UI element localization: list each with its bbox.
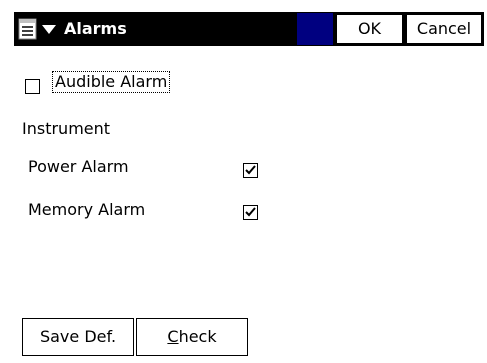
check-button-mnemonic: C bbox=[167, 327, 179, 346]
checkmark-icon bbox=[245, 207, 256, 217]
chevron-down-icon bbox=[42, 25, 56, 34]
check-button-label: heck bbox=[178, 327, 217, 346]
audible-alarm-label[interactable]: Audible Alarm bbox=[51, 71, 171, 93]
memory-alarm-checkbox[interactable] bbox=[243, 205, 258, 220]
cancel-button[interactable]: Cancel bbox=[406, 14, 482, 44]
save-default-button[interactable]: Save Def. bbox=[22, 318, 134, 356]
check-button[interactable]: Check bbox=[136, 318, 248, 356]
memory-alarm-label: Memory Alarm bbox=[28, 200, 146, 219]
input-panel-indicator bbox=[297, 13, 333, 45]
start-menu-icon bbox=[18, 18, 37, 40]
ok-button[interactable]: OK bbox=[336, 14, 403, 44]
audible-alarm-checkbox[interactable] bbox=[25, 79, 40, 94]
checkmark-icon bbox=[245, 165, 256, 175]
power-alarm-label: Power Alarm bbox=[28, 157, 129, 176]
window-title: Alarms bbox=[64, 19, 127, 38]
alarms-window: Alarms OK Cancel Audible Alarm Instrumen… bbox=[0, 0, 487, 363]
power-alarm-checkbox[interactable] bbox=[243, 163, 258, 178]
start-menu-button[interactable] bbox=[14, 12, 62, 46]
instrument-heading: Instrument bbox=[22, 119, 111, 138]
